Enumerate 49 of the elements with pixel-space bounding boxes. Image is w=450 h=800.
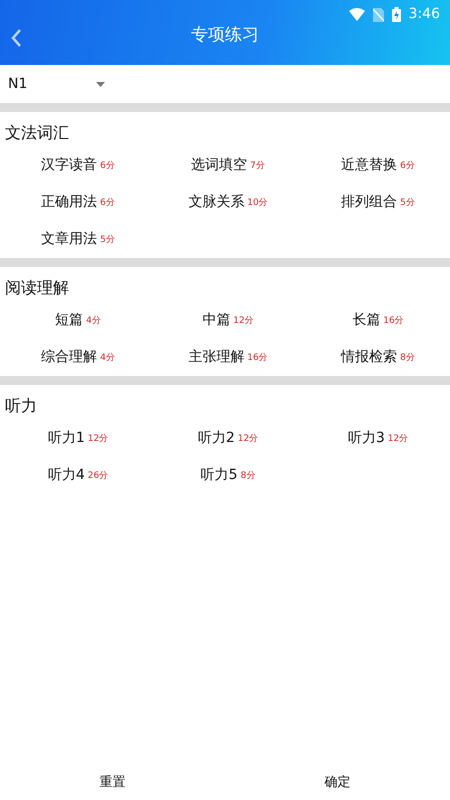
practice-item[interactable]: 正确用法 6分 bbox=[0, 184, 150, 221]
practice-item[interactable]: 听力1 12分 bbox=[0, 420, 150, 457]
no-sim-icon bbox=[372, 8, 384, 22]
level-dropdown[interactable]: N1 bbox=[0, 65, 450, 103]
practice-item[interactable]: 近意替换 6分 bbox=[300, 147, 450, 184]
score-label: 10分 bbox=[247, 197, 268, 210]
practice-item[interactable]: 文脉关系 10分 bbox=[150, 184, 300, 221]
practice-item[interactable]: 短篇 4分 bbox=[0, 302, 150, 339]
score-label: 12分 bbox=[233, 315, 254, 328]
back-icon[interactable] bbox=[10, 28, 22, 48]
score-label: 12分 bbox=[388, 433, 408, 446]
footer-button[interactable]: 重置 bbox=[0, 766, 225, 800]
score-label: 6分 bbox=[100, 160, 115, 174]
score-label: 8分 bbox=[400, 352, 415, 366]
score-label: 5分 bbox=[400, 197, 415, 210]
practice-item[interactable]: 听力4 26分 bbox=[0, 457, 150, 494]
section-title: 听力 bbox=[4, 395, 38, 417]
practice-item[interactable]: 听力2 12分 bbox=[150, 420, 300, 457]
practice-item[interactable]: 情报检索 8分 bbox=[300, 339, 450, 376]
score-label: 16分 bbox=[383, 315, 404, 328]
score-label: 6分 bbox=[400, 160, 415, 174]
score-label: 12分 bbox=[88, 433, 108, 446]
score-label: 5分 bbox=[100, 234, 115, 248]
practice-item[interactable]: 中篇 12分 bbox=[150, 302, 300, 339]
score-label: 26分 bbox=[88, 470, 108, 484]
page-title: 专项练习 bbox=[190, 24, 260, 47]
practice-item[interactable]: 选词填空 7分 bbox=[150, 147, 300, 184]
practice-item[interactable]: 排列组合 5分 bbox=[300, 184, 450, 221]
practice-item[interactable]: 文章用法 5分 bbox=[0, 221, 150, 258]
section-title: 阅读理解 bbox=[4, 277, 70, 299]
practice-item[interactable]: 主张理解 16分 bbox=[150, 339, 300, 376]
score-label: 4分 bbox=[86, 315, 101, 328]
section-title: 文法词汇 bbox=[4, 122, 70, 144]
score-label: 7分 bbox=[250, 160, 265, 174]
practice-item[interactable]: 汉字读音 6分 bbox=[0, 147, 150, 184]
score-label: 16分 bbox=[247, 352, 268, 366]
score-label: 4分 bbox=[100, 352, 115, 366]
score-label: 8分 bbox=[240, 470, 256, 484]
practice-item[interactable]: 综合理解 4分 bbox=[0, 339, 150, 376]
score-label: 12分 bbox=[238, 433, 258, 446]
battery-icon bbox=[392, 7, 401, 22]
wifi-icon bbox=[348, 8, 365, 21]
status-time: 3:46 bbox=[408, 5, 440, 24]
practice-item[interactable]: 听力3 12分 bbox=[300, 420, 450, 457]
caret-icon bbox=[96, 82, 105, 86]
footer-button[interactable]: 确定 bbox=[225, 766, 450, 800]
score-label: 6分 bbox=[100, 197, 115, 210]
practice-item[interactable]: 听力5 8分 bbox=[150, 457, 300, 494]
practice-item[interactable]: 长篇 16分 bbox=[300, 302, 450, 339]
